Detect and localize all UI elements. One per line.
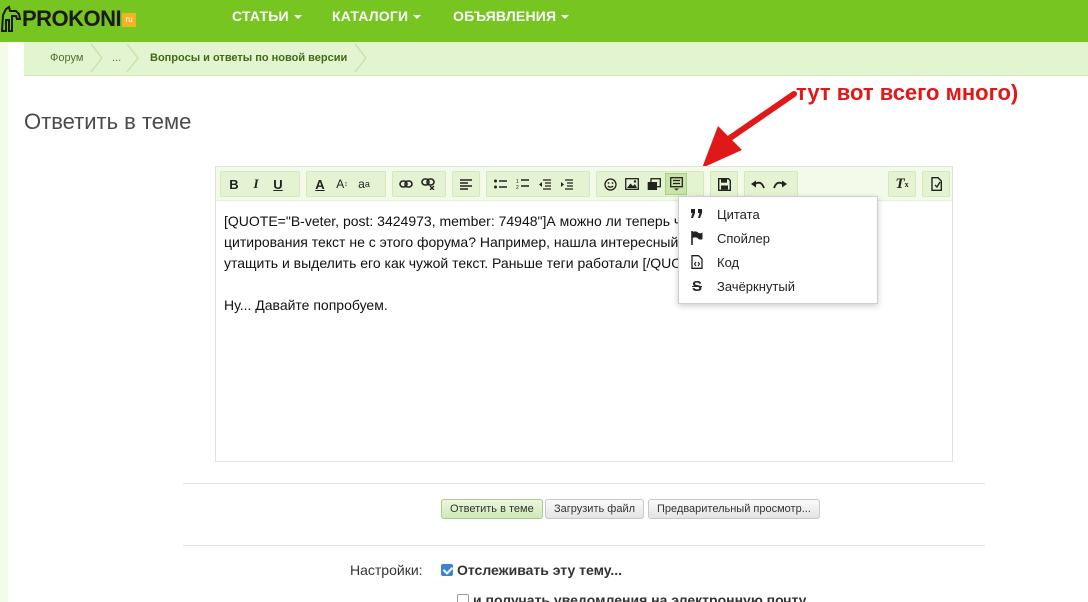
toolbar-group-lists: 12 (486, 171, 590, 197)
align-left-icon[interactable] (455, 173, 477, 195)
divider (183, 545, 985, 546)
toolbar-group-insert (596, 171, 704, 197)
page-title: Ответить в теме (24, 109, 192, 134)
smiley-icon[interactable] (599, 173, 621, 195)
quote-icon (689, 206, 705, 222)
outdent-icon[interactable] (533, 173, 555, 195)
underline-button[interactable]: U (267, 173, 289, 195)
annotation-arrow-icon (702, 91, 797, 168)
font-color-button[interactable]: A (309, 173, 331, 195)
menu-item-strikethrough[interactable]: S Зачёркнутый (679, 274, 877, 298)
bold-button[interactable]: B (223, 173, 245, 195)
toolbar-group-source (922, 171, 950, 197)
breadcrumb-current[interactable]: Вопросы и ответы по новой версии (138, 47, 359, 69)
breadcrumb-forum[interactable]: Форум (38, 47, 95, 69)
unlink-icon[interactable] (417, 173, 439, 195)
toolbar-group-links (392, 171, 446, 197)
menu-item-label: Спойлер (717, 230, 770, 246)
menu-item-spoiler[interactable]: Спойлер (679, 226, 877, 250)
nav-ads[interactable]: ОБЪЯВЛЕНИЯ (453, 8, 570, 24)
nav-catalogs-label: КАТАЛОГИ (332, 8, 409, 24)
menu-item-label: Цитата (717, 206, 760, 222)
logo-text: PROKONI (22, 6, 122, 31)
menu-item-label: Зачёркнутый (717, 278, 795, 294)
media-icon[interactable] (643, 173, 665, 195)
breadcrumb-separator (354, 44, 367, 72)
reply-button[interactable]: Ответить в теме (441, 499, 543, 519)
bulleted-list-icon[interactable] (489, 173, 511, 195)
toolbar-group-history (744, 171, 798, 197)
horse-logo-icon (0, 5, 22, 32)
top-navigation: PROKONI ru СТАТЬИ КАТАЛОГИ ОБЪЯВЛЕНИЯ (0, 0, 1088, 42)
italic-button[interactable]: I (245, 173, 267, 195)
caret-down-icon (413, 15, 422, 20)
redo-icon[interactable] (769, 173, 791, 195)
toolbar-group-save (710, 171, 738, 197)
svg-text:2: 2 (516, 185, 519, 190)
code-icon (689, 254, 705, 270)
undo-icon[interactable] (747, 173, 769, 195)
toggle-bbcode-icon[interactable] (925, 173, 947, 195)
toolbar-group-align (452, 171, 480, 197)
preview-button[interactable]: Предварительный просмотр... (648, 499, 820, 519)
divider (183, 483, 985, 484)
insert-dropdown-menu: Цитата Спойлер Код S Зачёркнутый (678, 196, 878, 304)
indent-icon[interactable] (555, 173, 577, 195)
strikethrough-icon: S (691, 277, 702, 295)
watch-thread-label[interactable]: Отслеживать эту тему... (457, 562, 622, 578)
caret-down-icon (561, 15, 570, 20)
nav-articles-label: СТАТЬИ (232, 8, 289, 24)
email-notify-label[interactable]: и получать уведомления на электронную по… (473, 592, 806, 602)
font-size-button[interactable]: A ↕ (331, 173, 353, 195)
toolbar-group-clear: Tx (888, 171, 916, 197)
annotation-text: тут вот всего много) (796, 80, 1019, 105)
numbered-list-icon[interactable]: 12 (511, 173, 533, 195)
menu-item-code[interactable]: Код (679, 250, 877, 274)
remove-format-icon[interactable]: Tx (891, 173, 913, 195)
toolbar-group-font: A A ↕ aa (306, 171, 386, 197)
menu-item-label: Код (717, 254, 740, 270)
flag-icon (689, 230, 705, 246)
save-draft-icon[interactable] (713, 173, 735, 195)
breadcrumb: Форум ... Вопросы и ответы по новой верс… (24, 42, 1088, 76)
settings-label: Настройки: (350, 562, 423, 578)
nav-ads-label: ОБЪЯВЛЕНИЯ (453, 8, 557, 24)
nav-catalogs[interactable]: КАТАЛОГИ (332, 8, 422, 24)
toolbar-group-format: B I U (220, 171, 300, 197)
menu-item-quote[interactable]: Цитата (679, 202, 877, 226)
font-family-button[interactable]: aa (353, 173, 375, 195)
link-icon[interactable] (395, 173, 417, 195)
nav-articles[interactable]: СТАТЬИ (232, 8, 302, 24)
site-logo[interactable]: PROKONI ru (0, 4, 137, 34)
caret-down-icon (293, 15, 302, 20)
upload-file-button[interactable]: Загрузить файл (545, 499, 645, 519)
insert-menu-button[interactable] (665, 173, 687, 195)
watch-thread-checkbox[interactable] (441, 564, 453, 576)
logo-badge: ru (122, 13, 137, 27)
email-notify-checkbox[interactable] (457, 594, 469, 602)
image-icon[interactable] (621, 173, 643, 195)
